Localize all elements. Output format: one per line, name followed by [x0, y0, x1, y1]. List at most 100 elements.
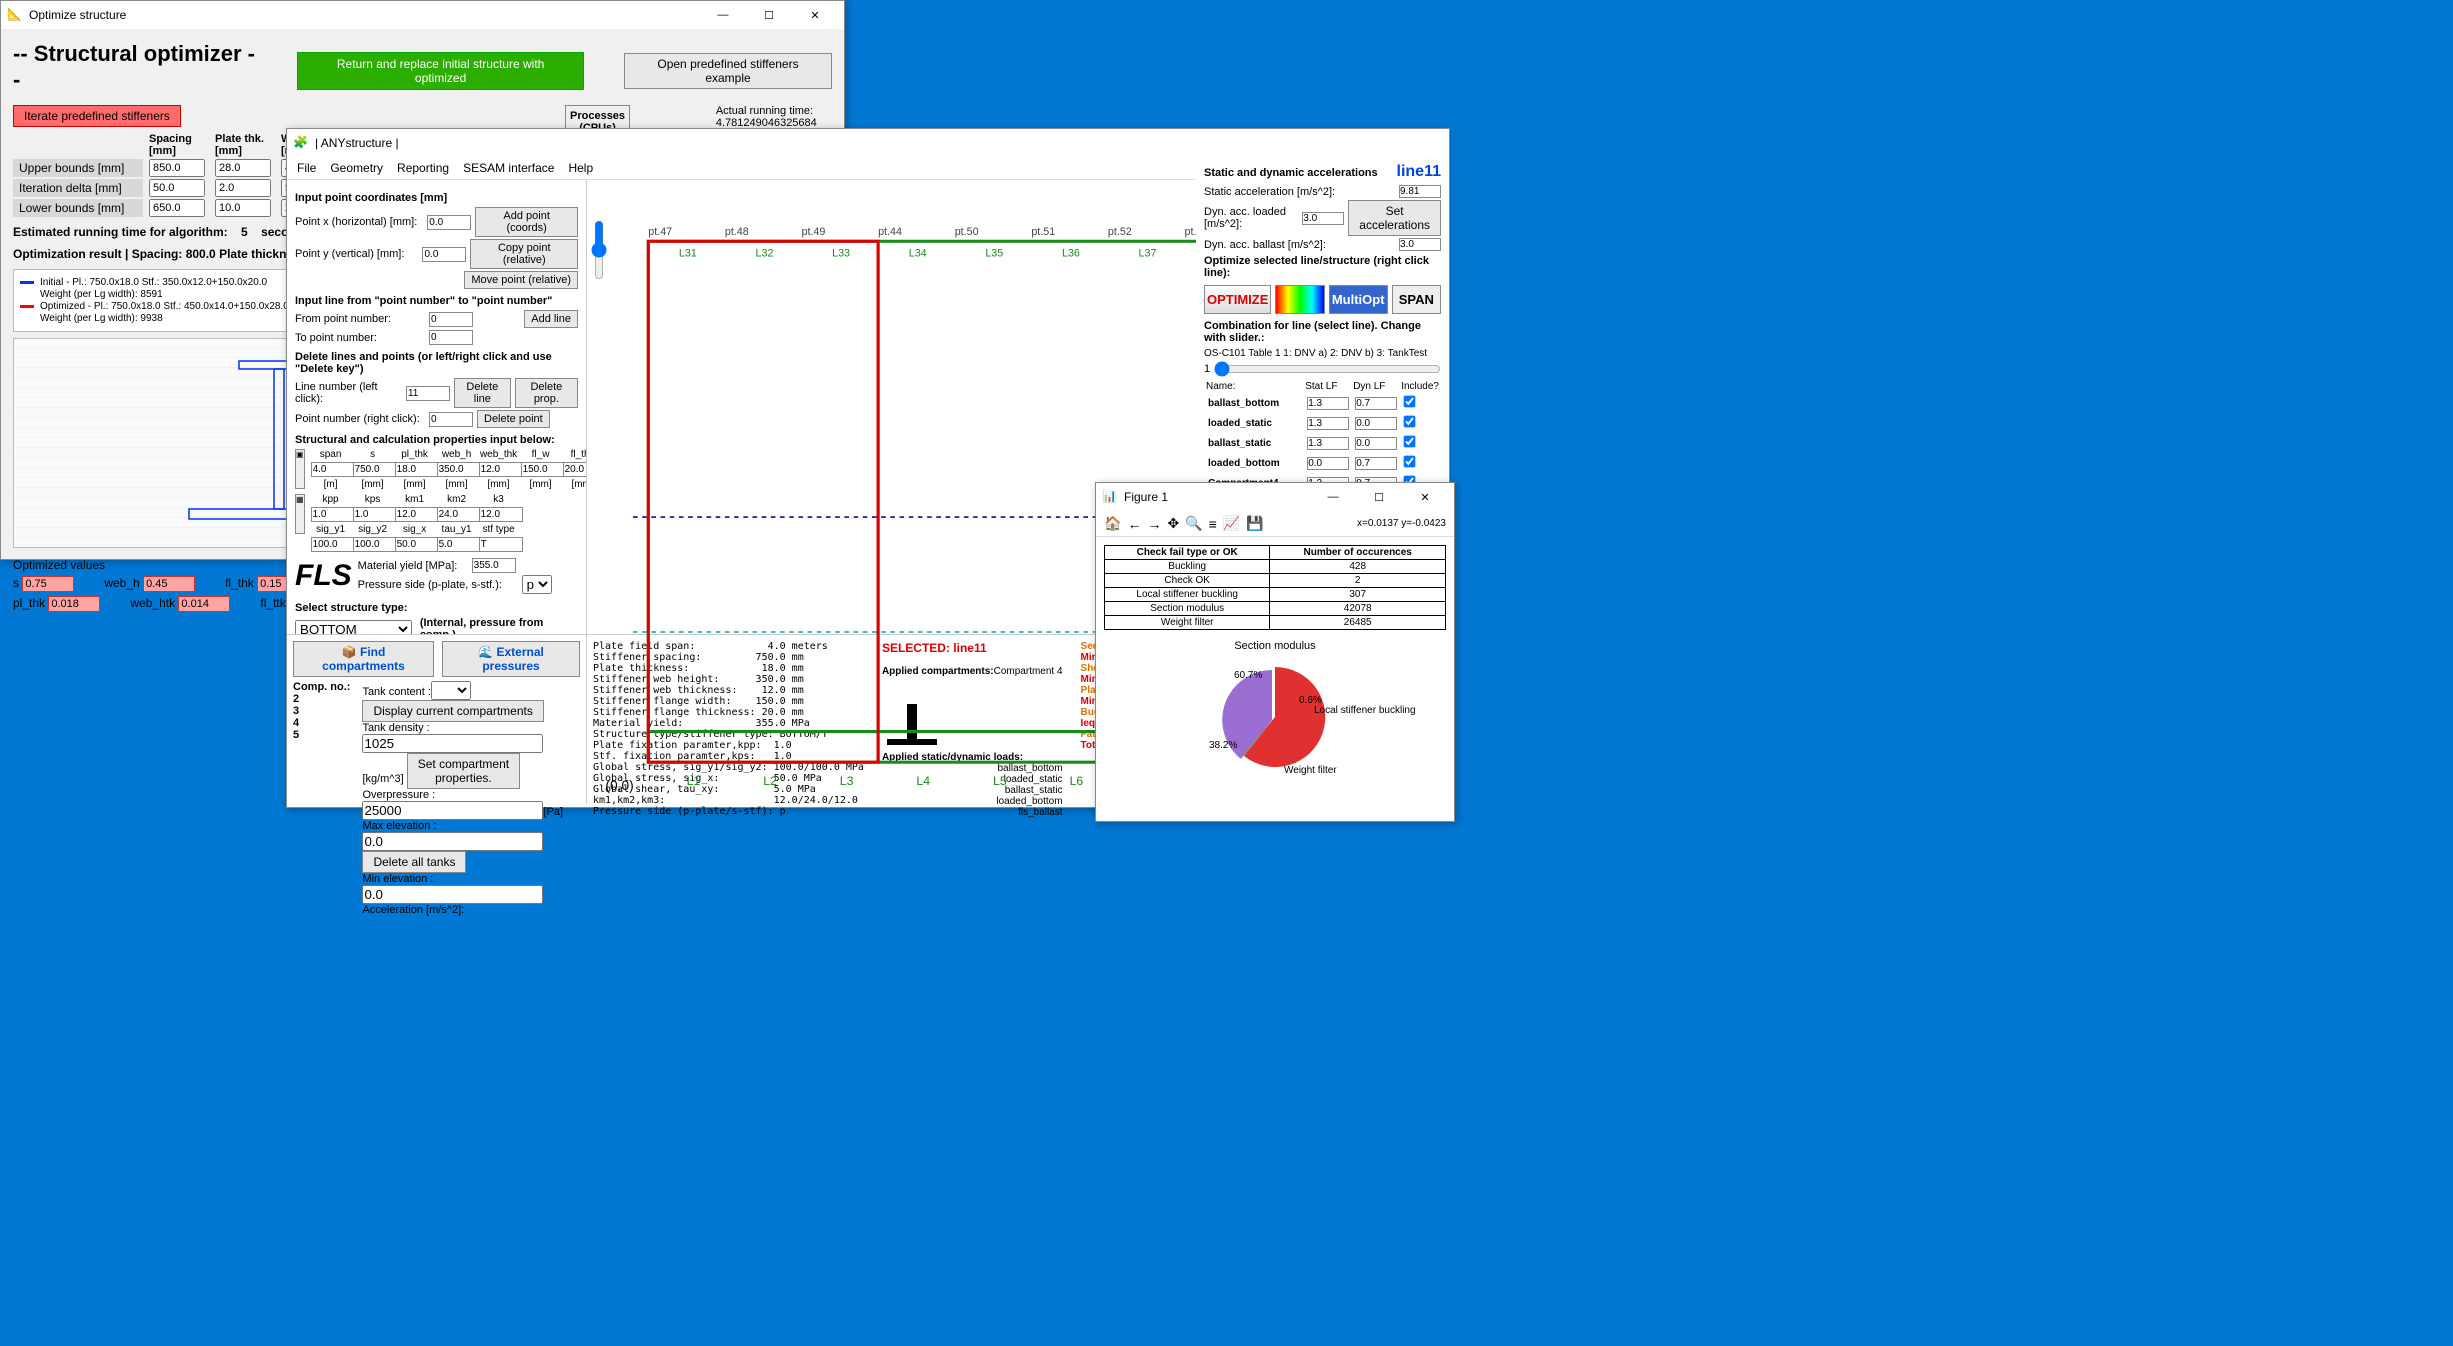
statlf-input[interactable] [1307, 437, 1349, 450]
add-line-button[interactable]: Add line [524, 310, 578, 328]
zoom-icon[interactable]: 🔍 [1185, 515, 1202, 532]
tank-density-input[interactable] [362, 734, 543, 753]
prop-input[interactable] [311, 507, 355, 522]
delete-prop-button[interactable]: Delete prop. [515, 378, 578, 408]
dynlf-input[interactable] [1355, 397, 1397, 410]
forward-icon[interactable]: → [1147, 516, 1161, 532]
menu-sesam[interactable]: SESAM interface [463, 161, 554, 175]
copy-point-button[interactable]: Copy point (relative) [470, 239, 578, 269]
back-icon[interactable]: ← [1127, 516, 1141, 532]
prop-input[interactable] [479, 507, 523, 522]
dynlf-input[interactable] [1355, 417, 1397, 430]
comp-item[interactable]: 2 [293, 693, 350, 705]
statlf-input[interactable] [1307, 457, 1349, 470]
structure-type-select[interactable]: BOTTOM [295, 620, 412, 635]
lower-plate-thk[interactable] [215, 199, 271, 217]
line-number-input[interactable] [406, 386, 450, 401]
prop-input[interactable] [521, 462, 565, 477]
min-elev-input[interactable] [362, 885, 543, 904]
set-compartment-button[interactable]: Set compartment properties. [407, 753, 520, 789]
prop-input[interactable] [395, 507, 439, 522]
comp-item[interactable]: 5 [293, 729, 350, 741]
move-point-button[interactable]: Move point (relative) [464, 271, 578, 289]
close-button[interactable]: ✕ [792, 1, 838, 29]
prop-input[interactable] [353, 537, 397, 552]
add-point-button[interactable]: Add point (coords) [475, 207, 578, 237]
to-point-input[interactable] [429, 330, 473, 345]
ov-web-htk[interactable] [178, 596, 230, 612]
prop-input[interactable] [437, 507, 481, 522]
prop-input[interactable] [479, 537, 523, 552]
comp-item[interactable]: 4 [293, 717, 350, 729]
point-y-input[interactable] [422, 247, 466, 262]
ov-web-h[interactable] [143, 576, 195, 592]
prop-input[interactable] [311, 537, 355, 552]
minimize-button[interactable]: — [1310, 483, 1356, 511]
point-x-input[interactable] [427, 215, 471, 230]
menu-help[interactable]: Help [568, 161, 593, 175]
configure-icon[interactable]: ≡ [1209, 516, 1217, 532]
external-pressures-button[interactable]: 🌊 External pressures [442, 641, 580, 677]
optimize-button[interactable]: OPTIMIZE [1204, 285, 1271, 314]
home-icon[interactable]: 🏠 [1104, 515, 1121, 532]
minimize-button[interactable]: — [700, 1, 746, 29]
prop-input[interactable] [395, 462, 439, 477]
comp-item[interactable]: 3 [293, 705, 350, 717]
overpressure-input[interactable] [362, 801, 543, 820]
upper-plate-thk[interactable] [215, 159, 271, 177]
save-icon[interactable]: 💾 [1246, 515, 1263, 532]
ov-pl-thk[interactable] [48, 596, 100, 612]
dyn-ballast-input[interactable] [1399, 238, 1441, 251]
prop-input[interactable] [437, 462, 481, 477]
delete-point-button[interactable]: Delete point [477, 410, 550, 428]
statlf-input[interactable] [1307, 417, 1349, 430]
iterate-stiffeners-button[interactable]: Iterate predefined stiffeners [13, 105, 181, 127]
optimize-gradient-icon[interactable] [1275, 285, 1324, 314]
prop-input[interactable] [437, 537, 481, 552]
display-compartments-button[interactable]: Display current compartments [362, 700, 543, 722]
include-checkbox[interactable] [1404, 416, 1416, 428]
axes-icon[interactable]: 📈 [1223, 515, 1240, 532]
point-number-input[interactable] [429, 412, 473, 427]
multiopt-button[interactable]: MultiOpt [1329, 285, 1388, 314]
delta-spacing[interactable] [149, 179, 205, 197]
max-elev-input[interactable] [362, 832, 543, 851]
menu-file[interactable]: File [297, 161, 316, 175]
dyn-loaded-input[interactable] [1302, 212, 1344, 225]
maximize-button[interactable]: ☐ [1356, 483, 1402, 511]
return-replace-button[interactable]: Return and replace initial structure wit… [297, 52, 584, 90]
prop-input[interactable] [353, 507, 397, 522]
delete-line-button[interactable]: Delete line [454, 378, 511, 408]
static-acc-input[interactable] [1399, 185, 1441, 198]
find-compartments-button[interactable]: 📦 Find compartments [293, 641, 434, 677]
close-button[interactable]: ✕ [1402, 483, 1448, 511]
include-checkbox[interactable] [1404, 456, 1416, 468]
pressure-side-select[interactable]: p [522, 575, 552, 594]
prop-input[interactable] [311, 462, 355, 477]
prop-input[interactable] [563, 462, 587, 477]
pan-icon[interactable]: ✥ [1167, 515, 1179, 532]
set-acc-button[interactable]: Set accelerations [1348, 200, 1441, 236]
statlf-input[interactable] [1307, 397, 1349, 410]
tank-content-select[interactable] [431, 681, 471, 700]
delete-tanks-button[interactable]: Delete all tanks [362, 851, 466, 873]
span-button[interactable]: SPAN [1392, 285, 1441, 314]
dynlf-input[interactable] [1355, 437, 1397, 450]
maximize-button[interactable]: ☐ [746, 1, 792, 29]
menu-geometry[interactable]: Geometry [330, 161, 383, 175]
combination-slider[interactable] [1214, 361, 1441, 377]
from-point-input[interactable] [429, 312, 473, 327]
include-checkbox[interactable] [1404, 436, 1416, 448]
prop-input[interactable] [479, 462, 523, 477]
open-example-button[interactable]: Open predefined stiffeners example [624, 53, 832, 89]
include-checkbox[interactable] [1404, 396, 1416, 408]
dynlf-input[interactable] [1355, 457, 1397, 470]
upper-spacing[interactable] [149, 159, 205, 177]
prop-input[interactable] [395, 537, 439, 552]
canvas-vslider[interactable] [593, 220, 605, 280]
material-yield-input[interactable] [472, 558, 516, 573]
ov-s[interactable] [22, 576, 74, 592]
menu-reporting[interactable]: Reporting [397, 161, 449, 175]
lower-spacing[interactable] [149, 199, 205, 217]
prop-input[interactable] [353, 462, 397, 477]
